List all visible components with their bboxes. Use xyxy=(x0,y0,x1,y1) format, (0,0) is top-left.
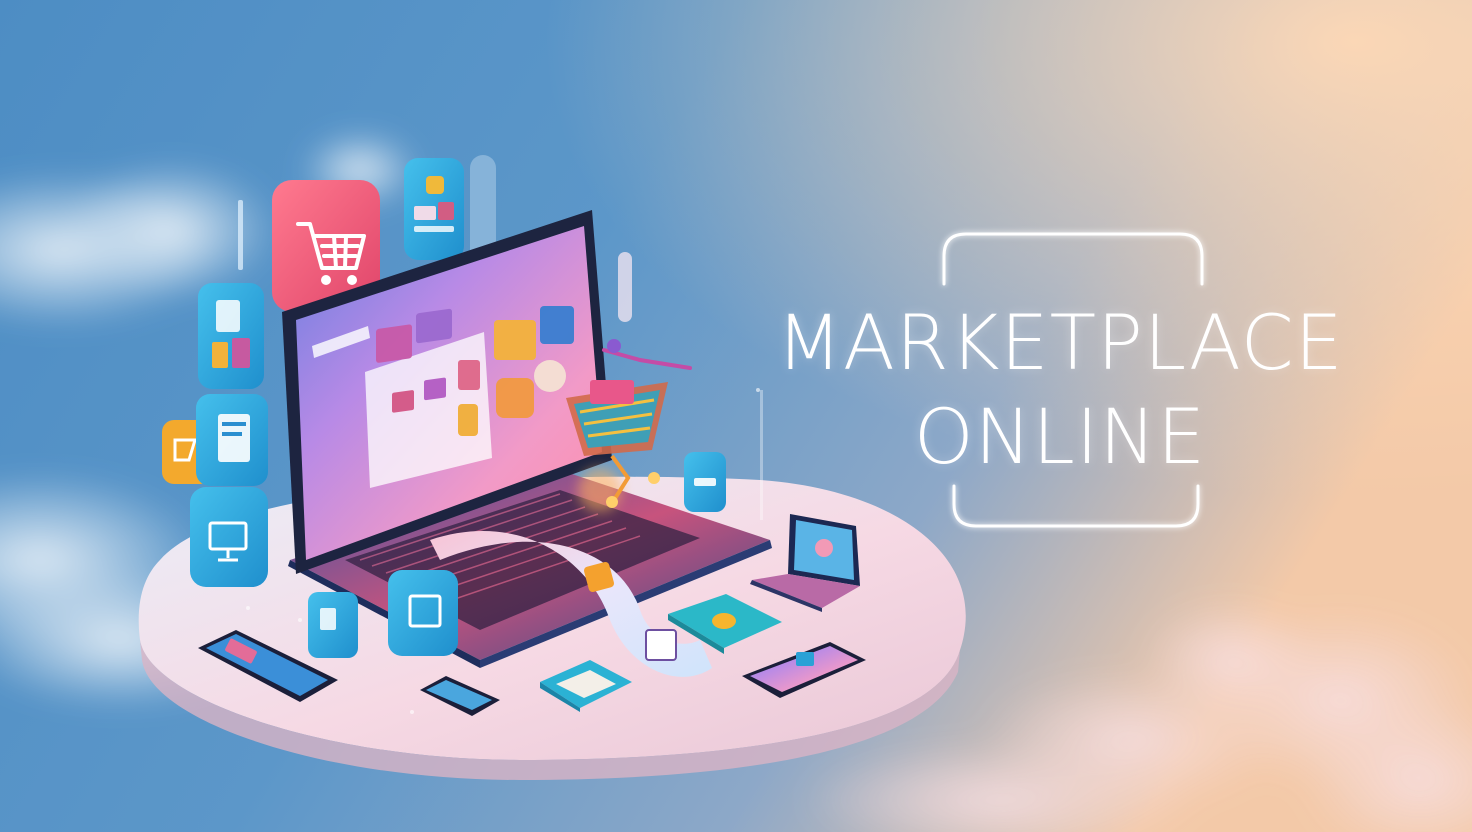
headline: MARKETPLACE ONLINE xyxy=(760,296,1360,484)
tile-chat xyxy=(684,452,726,512)
coin-icon xyxy=(712,613,736,629)
tile-monitor xyxy=(190,487,268,587)
tile-document xyxy=(404,158,464,260)
headline-line-1: MARKETPLACE xyxy=(776,298,1344,387)
headline-line-2: ONLINE xyxy=(913,392,1207,481)
tile-list xyxy=(198,283,264,389)
marketplace-illustration: MARKETPLACE ONLINE xyxy=(0,0,1472,832)
